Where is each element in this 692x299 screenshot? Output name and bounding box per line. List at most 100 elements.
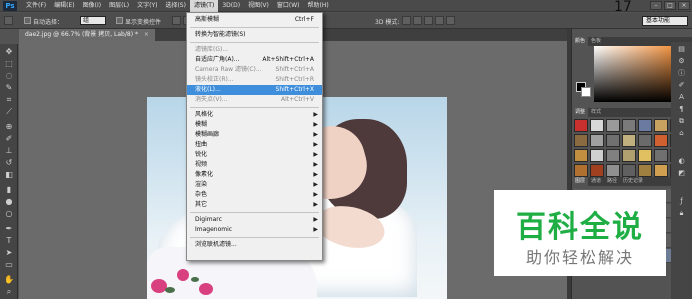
scale-3d-icon[interactable]: [446, 16, 455, 25]
style-swatch[interactable]: [654, 164, 668, 177]
clone-source-icon[interactable]: ⧉: [676, 116, 687, 126]
style-swatch[interactable]: [574, 119, 588, 132]
filter-menu-item[interactable]: 液化(L)... Shift+Ctrl+X: [187, 85, 322, 95]
quick-select-tool-icon[interactable]: ✎: [3, 83, 15, 92]
adjustment-icon[interactable]: ◐: [676, 156, 687, 166]
healing-brush-tool-icon[interactable]: ⊕: [3, 122, 15, 131]
style-swatch[interactable]: [638, 164, 652, 177]
history-panel-icon[interactable]: ▤: [676, 44, 687, 54]
menu-item[interactable]: 图像(I): [79, 0, 105, 12]
filter-menu-item[interactable]: 锐化 ▶: [187, 150, 322, 160]
fx-icon[interactable]: ƒ: [676, 196, 687, 206]
style-swatch[interactable]: [638, 134, 652, 147]
document-close-icon[interactable]: ×: [144, 31, 149, 38]
filter-menu-item[interactable]: 高斯模糊 Ctrl+F: [187, 15, 322, 25]
pen-tool-icon[interactable]: ✒: [3, 224, 15, 233]
eyedropper-tool-icon[interactable]: ⟋: [3, 107, 15, 116]
style-swatch[interactable]: [606, 119, 620, 132]
menu-item[interactable]: 滤镜(T): [189, 0, 219, 12]
show-transform-checkbox[interactable]: [116, 17, 123, 24]
marquee-tool-icon[interactable]: ⬚: [3, 59, 15, 68]
clone-stamp-tool-icon[interactable]: ⊥: [3, 146, 15, 155]
filter-menu-item[interactable]: 消失点(V)... Alt+Ctrl+V: [187, 95, 322, 105]
gradient-tool-icon[interactable]: ▮: [3, 185, 15, 194]
blur-tool-icon[interactable]: ●: [3, 197, 15, 206]
menu-item[interactable]: 窗口(W): [273, 0, 304, 12]
drag-3d-icon[interactable]: [424, 16, 433, 25]
style-swatch[interactable]: [606, 164, 620, 177]
style-swatch[interactable]: [638, 119, 652, 132]
style-swatch[interactable]: [606, 134, 620, 147]
filter-menu-item[interactable]: 模糊 ▶: [187, 120, 322, 130]
menu-item[interactable]: 编辑(E): [50, 0, 78, 12]
style-swatch[interactable]: [622, 119, 636, 132]
filter-menu-item[interactable]: 像素化 ▶: [187, 170, 322, 180]
slide-3d-icon[interactable]: [435, 16, 444, 25]
mask-icon[interactable]: ◩: [676, 168, 687, 178]
style-swatch[interactable]: [622, 134, 636, 147]
filter-menu-item[interactable]: 镜头校正(R)... Shift+Ctrl+R: [187, 75, 322, 85]
character-panel-icon[interactable]: A: [676, 92, 687, 102]
menu-item[interactable]: 图层(L): [105, 0, 133, 12]
history-brush-tool-icon[interactable]: ↺: [3, 158, 15, 167]
layers-panel-tab[interactable]: 通道: [588, 177, 604, 186]
style-swatch[interactable]: [622, 149, 636, 162]
menu-item[interactable]: 文字(Y): [133, 0, 161, 12]
crop-tool-icon[interactable]: ⌗: [3, 95, 15, 104]
maximize-button[interactable]: □: [664, 1, 676, 10]
background-color-swatch[interactable]: [581, 87, 591, 97]
style-swatch[interactable]: [574, 134, 588, 147]
filter-menu-item[interactable]: 自适应广角(A)... Alt+Shift+Ctrl+A: [187, 55, 322, 65]
lock-icon[interactable]: 🔒︎: [676, 208, 687, 218]
brush-panel-icon[interactable]: ✐: [676, 80, 687, 90]
style-swatch[interactable]: [590, 149, 604, 162]
move-tool-icon[interactable]: ✥: [3, 47, 15, 56]
dodge-tool-icon[interactable]: ○: [3, 209, 15, 218]
path-select-tool-icon[interactable]: ➤: [3, 248, 15, 257]
document-tab[interactable]: dae2.jpg @ 66.7% (背景 拷贝, Lab/8) * ×: [19, 29, 155, 41]
style-swatch[interactable]: [654, 119, 668, 132]
style-swatch[interactable]: [574, 149, 588, 162]
adjust-panel-tab[interactable]: 调整: [572, 108, 589, 117]
filter-menu-item[interactable]: 浏览联机滤镜...: [187, 240, 322, 250]
style-swatch[interactable]: [590, 164, 604, 177]
auto-select-checkbox[interactable]: [24, 17, 31, 24]
style-swatch[interactable]: [638, 149, 652, 162]
minimize-button[interactable]: –: [650, 1, 662, 10]
zoom-tool-icon[interactable]: ⌕: [3, 287, 15, 296]
hand-tool-icon[interactable]: ✋: [3, 275, 15, 284]
eraser-tool-icon[interactable]: ◧: [3, 170, 15, 179]
filter-menu-item[interactable]: 转换为智能滤镜(S): [187, 30, 322, 40]
style-swatch[interactable]: [622, 164, 636, 177]
lasso-tool-icon[interactable]: ◌: [3, 71, 15, 80]
filter-menu-item[interactable]: Imagenomic ▶: [187, 225, 322, 235]
rectangle-tool-icon[interactable]: ▭: [3, 260, 15, 269]
style-swatch[interactable]: [654, 149, 668, 162]
style-swatch[interactable]: [654, 134, 668, 147]
layers-panel-tab[interactable]: 路径: [604, 177, 620, 186]
menu-item[interactable]: 视图(V): [244, 0, 273, 12]
style-swatch[interactable]: [590, 134, 604, 147]
align-top-icon[interactable]: [172, 16, 181, 25]
close-button[interactable]: ×: [678, 1, 690, 10]
filter-menu-item[interactable]: Camera Raw 滤镜(C)... Shift+Ctrl+A: [187, 65, 322, 75]
auto-select-dropdown[interactable]: 组: [80, 16, 106, 25]
style-swatch[interactable]: [574, 164, 588, 177]
filter-menu-item[interactable]: 其它 ▶: [187, 200, 322, 210]
info-panel-icon[interactable]: ⓘ: [676, 68, 687, 78]
style-swatch[interactable]: [606, 149, 620, 162]
layers-panel-tab[interactable]: 图层: [572, 177, 589, 186]
rotate-3d-icon[interactable]: [402, 16, 411, 25]
properties-panel-icon[interactable]: ⚙: [676, 56, 687, 66]
filter-menu-item[interactable]: 渲染 ▶: [187, 180, 322, 190]
menu-item[interactable]: 文件(F): [22, 0, 50, 12]
paragraph-panel-icon[interactable]: ¶: [676, 104, 687, 114]
style-swatch[interactable]: [590, 119, 604, 132]
menu-item[interactable]: 选择(S): [161, 0, 190, 12]
filter-menu-item[interactable]: Digimarc ▶: [187, 215, 322, 225]
filter-menu-item[interactable]: 滤镜库(G)...: [187, 45, 322, 55]
color-panel-tab[interactable]: 颜色: [572, 37, 589, 46]
tool-presets-icon[interactable]: ⌂: [676, 128, 687, 138]
move-tool-preset-icon[interactable]: [4, 16, 13, 25]
brush-tool-icon[interactable]: ✐: [3, 134, 15, 143]
